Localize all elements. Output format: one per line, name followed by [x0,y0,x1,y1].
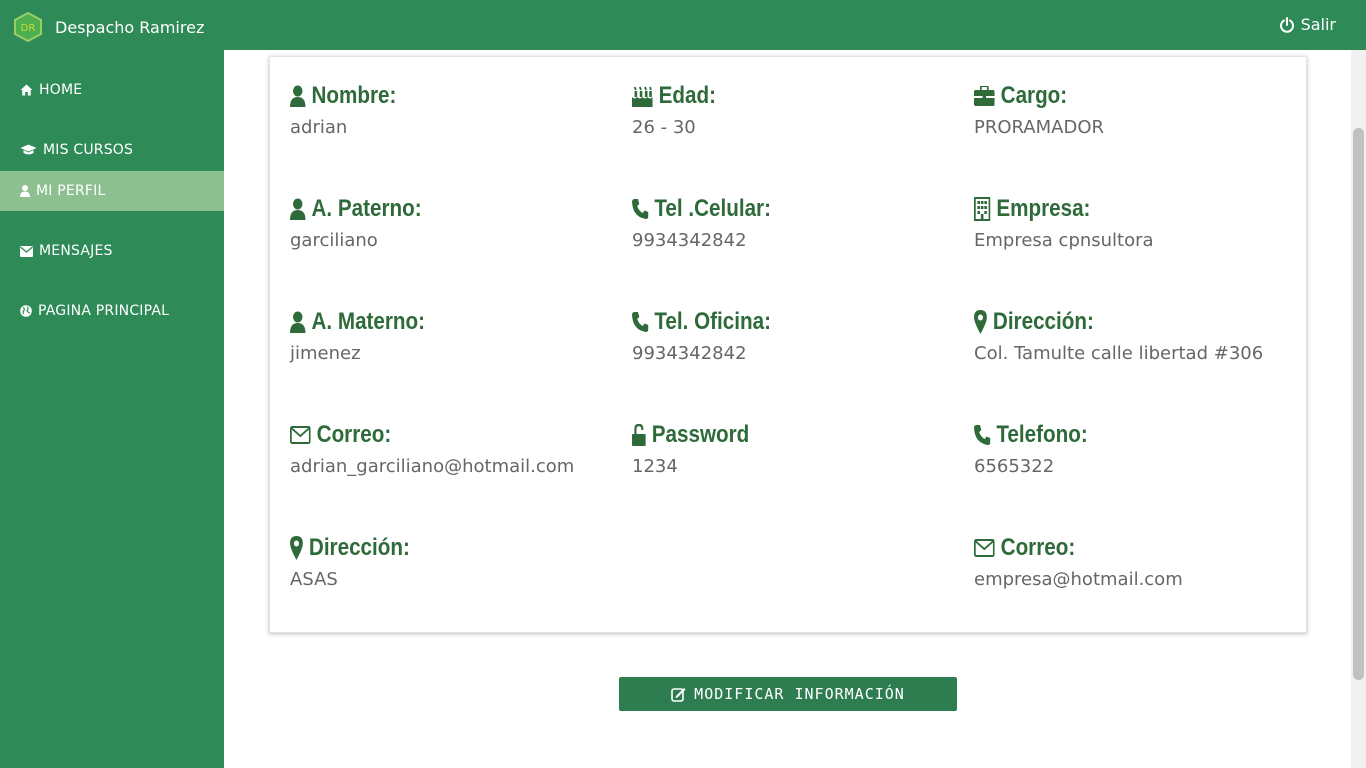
field-telefono: Telefono: 6565322 [974,420,1106,477]
top-bar: DR Despacho Ramirez Salir [0,0,1366,50]
brand-name: Despacho Ramirez [55,17,205,37]
globe-icon [20,305,32,317]
field-value: adrian_garciliano@hotmail.com [290,456,575,477]
field-value: Empresa cpnsultora [974,230,1154,251]
sidebar-item-mensajes[interactable]: MENSAJES [0,231,224,271]
field-label: Correo: [316,421,392,448]
field-value: 6565322 [974,456,1055,477]
field-value: garciliano [290,230,378,251]
field-value: empresa@hotmail.com [974,569,1183,590]
field-label: Dirección: [992,308,1094,335]
sidebar-item-pagina-principal[interactable]: PAGINA PRINCIPAL [0,291,224,331]
field-nombre: Nombre: adrian [290,81,414,138]
phone-icon [632,199,649,219]
field-value: 26 - 30 [632,117,696,138]
envelope-icon [20,245,33,257]
field-correo: Correo: adrian_garciliano@hotmail.com [290,420,574,477]
field-label: Telefono: [996,421,1088,448]
field-oficina: Tel. Oficina: 9934342842 [632,307,794,364]
field-value: adrian [290,117,348,138]
logout-label: Salir [1300,15,1336,34]
map-marker-icon [974,310,987,334]
graduation-cap-icon [20,144,37,155]
sidebar-item-label: MENSAJES [39,243,113,259]
field-value: ASAS [290,569,338,590]
building-icon [974,197,991,221]
edit-icon [671,687,686,702]
field-label: Nombre: [311,82,397,109]
briefcase-icon [974,86,995,106]
field-value: jimenez [290,343,361,364]
field-empresa: Empresa: Empresa cpnsultora [974,194,1154,251]
scrollbar-thumb[interactable] [1353,128,1364,680]
user-icon [20,185,30,197]
field-value: Col. Tamulte calle libertad #306 [974,343,1264,364]
sidebar-item-label: MI PERFIL [36,183,106,199]
modify-info-label: MODIFICAR INFORMACIÓN [694,685,905,703]
sidebar-item-home[interactable]: HOME [0,70,224,110]
unlock-icon [632,424,646,446]
envelope-icon [290,426,311,444]
map-marker-icon [290,536,303,560]
field-value: 9934342842 [632,343,747,364]
user-icon [290,85,306,107]
field-label: Correo: [1000,534,1076,561]
field-cargo: Cargo: PRORAMADOR [974,81,1104,138]
phone-icon [974,425,991,445]
sidebar-item-label: MIS CURSOS [43,142,134,158]
field-label: A. Materno: [311,308,426,335]
brand[interactable]: DR Despacho Ramirez [14,12,204,42]
profile-card: Nombre: adrian Edad: 26 - 30 Cargo: PROR… [269,56,1307,633]
birthday-cake-icon [632,86,653,107]
field-label: Dirección: [308,534,410,561]
sidebar: HOME MIS CURSOS MI PERFIL MENSAJES PAGIN… [0,50,224,768]
field-value: 9934342842 [632,230,747,251]
field-label: Tel .Celular: [654,195,771,222]
field-label: Password [651,421,750,448]
sidebar-item-label: PAGINA PRINCIPAL [38,303,170,319]
phone-icon [632,312,649,332]
sidebar-item-mi-perfil[interactable]: MI PERFIL [0,171,224,211]
field-label: Edad: [658,82,716,109]
field-label: A. Paterno: [311,195,422,222]
user-icon [290,198,306,220]
sidebar-item-mis-cursos[interactable]: MIS CURSOS [0,130,224,170]
field-celular: Tel .Celular: 9934342842 [632,194,794,251]
field-paterno: A. Paterno: garciliano [290,194,443,251]
field-value: PRORAMADOR [974,117,1104,138]
power-icon [1279,16,1294,33]
sidebar-item-label: HOME [39,82,83,98]
field-edad: Edad: 26 - 30 [632,81,730,138]
home-icon [20,84,33,96]
field-password: Password 1234 [632,420,768,477]
modify-info-button[interactable]: MODIFICAR INFORMACIÓN [619,677,957,711]
user-icon [290,311,306,333]
field-label: Empresa: [996,195,1091,222]
envelope-icon [974,539,995,557]
field-label: Cargo: [1000,82,1068,109]
logo-text: DR [21,23,36,34]
logo-icon: DR [14,12,42,42]
logout-button[interactable]: Salir [1279,15,1336,34]
field-direccion: Dirección: ASAS [290,533,429,590]
field-label: Tel. Oficina: [654,308,771,335]
field-direccion-empresa: Dirección: Col. Tamulte calle libertad #… [974,307,1263,364]
field-materno: A. Materno: jimenez [290,307,447,364]
field-correo-empresa: Correo: empresa@hotmail.com [974,533,1183,590]
field-value: 1234 [632,456,678,477]
